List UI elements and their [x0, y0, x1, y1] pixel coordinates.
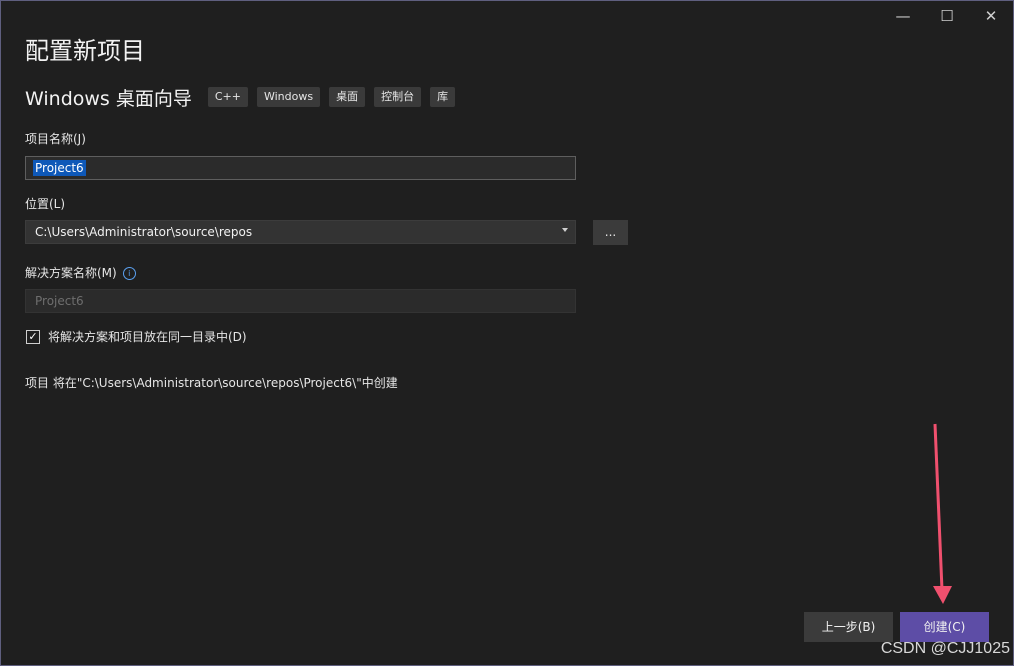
watermark: CSDN @CJJ1025	[880, 640, 1010, 657]
page-title: 配置新项目	[25, 37, 145, 65]
same-directory-checkbox[interactable]: ✓	[26, 329, 40, 344]
solution-name-value: Project6	[35, 294, 84, 308]
minimize-button[interactable]: —	[881, 1, 925, 31]
template-name: Windows 桌面向导	[25, 87, 192, 110]
project-name-input[interactable]: Project6	[25, 156, 576, 180]
browse-button[interactable]: ...	[593, 220, 628, 245]
tag-desktop: 桌面	[329, 87, 366, 107]
configure-project-dialog: — ☐ ✕ 配置新项目 Windows 桌面向导 C++ Windows 桌面 …	[0, 0, 1014, 666]
same-directory-option[interactable]: ✓ 将解决方案和项目放在同一目录中(D)	[26, 328, 247, 345]
location-value: C:\Users\Administrator\source\repos	[35, 225, 253, 239]
tag-cpp: C++	[207, 87, 248, 107]
solution-name-label: 解决方案名称(M) i	[25, 264, 136, 281]
create-button[interactable]: 创建(C)	[900, 612, 989, 642]
maximize-button[interactable]: ☐	[925, 1, 969, 31]
close-button[interactable]: ✕	[969, 1, 1013, 31]
tag-library: 库	[430, 87, 456, 107]
checkmark-icon: ✓	[28, 330, 38, 343]
project-name-value: Project6	[33, 160, 86, 176]
tag-windows: Windows	[256, 87, 321, 107]
window-controls: — ☐ ✕	[881, 1, 1013, 31]
solution-name-label-text: 解决方案名称(M)	[25, 266, 117, 280]
project-name-label: 项目名称(J)	[25, 132, 86, 146]
back-button[interactable]: 上一步(B)	[804, 612, 893, 642]
tag-console: 控制台	[374, 87, 422, 107]
template-header: Windows 桌面向导 C++ Windows 桌面 控制台 库	[25, 85, 464, 110]
info-icon[interactable]: i	[122, 267, 136, 280]
minimize-icon: —	[895, 7, 911, 25]
solution-name-input: Project6	[25, 289, 576, 313]
chevron-down-icon[interactable]	[562, 228, 568, 232]
same-directory-label: 将解决方案和项目放在同一目录中(D)	[48, 330, 247, 344]
project-path-info: 项目 将在"C:\Users\Administrator\source\repo…	[25, 376, 398, 390]
maximize-icon: ☐	[940, 7, 954, 25]
location-combobox[interactable]: C:\Users\Administrator\source\repos	[25, 220, 576, 244]
location-label: 位置(L)	[25, 197, 66, 211]
close-icon: ✕	[984, 7, 998, 25]
